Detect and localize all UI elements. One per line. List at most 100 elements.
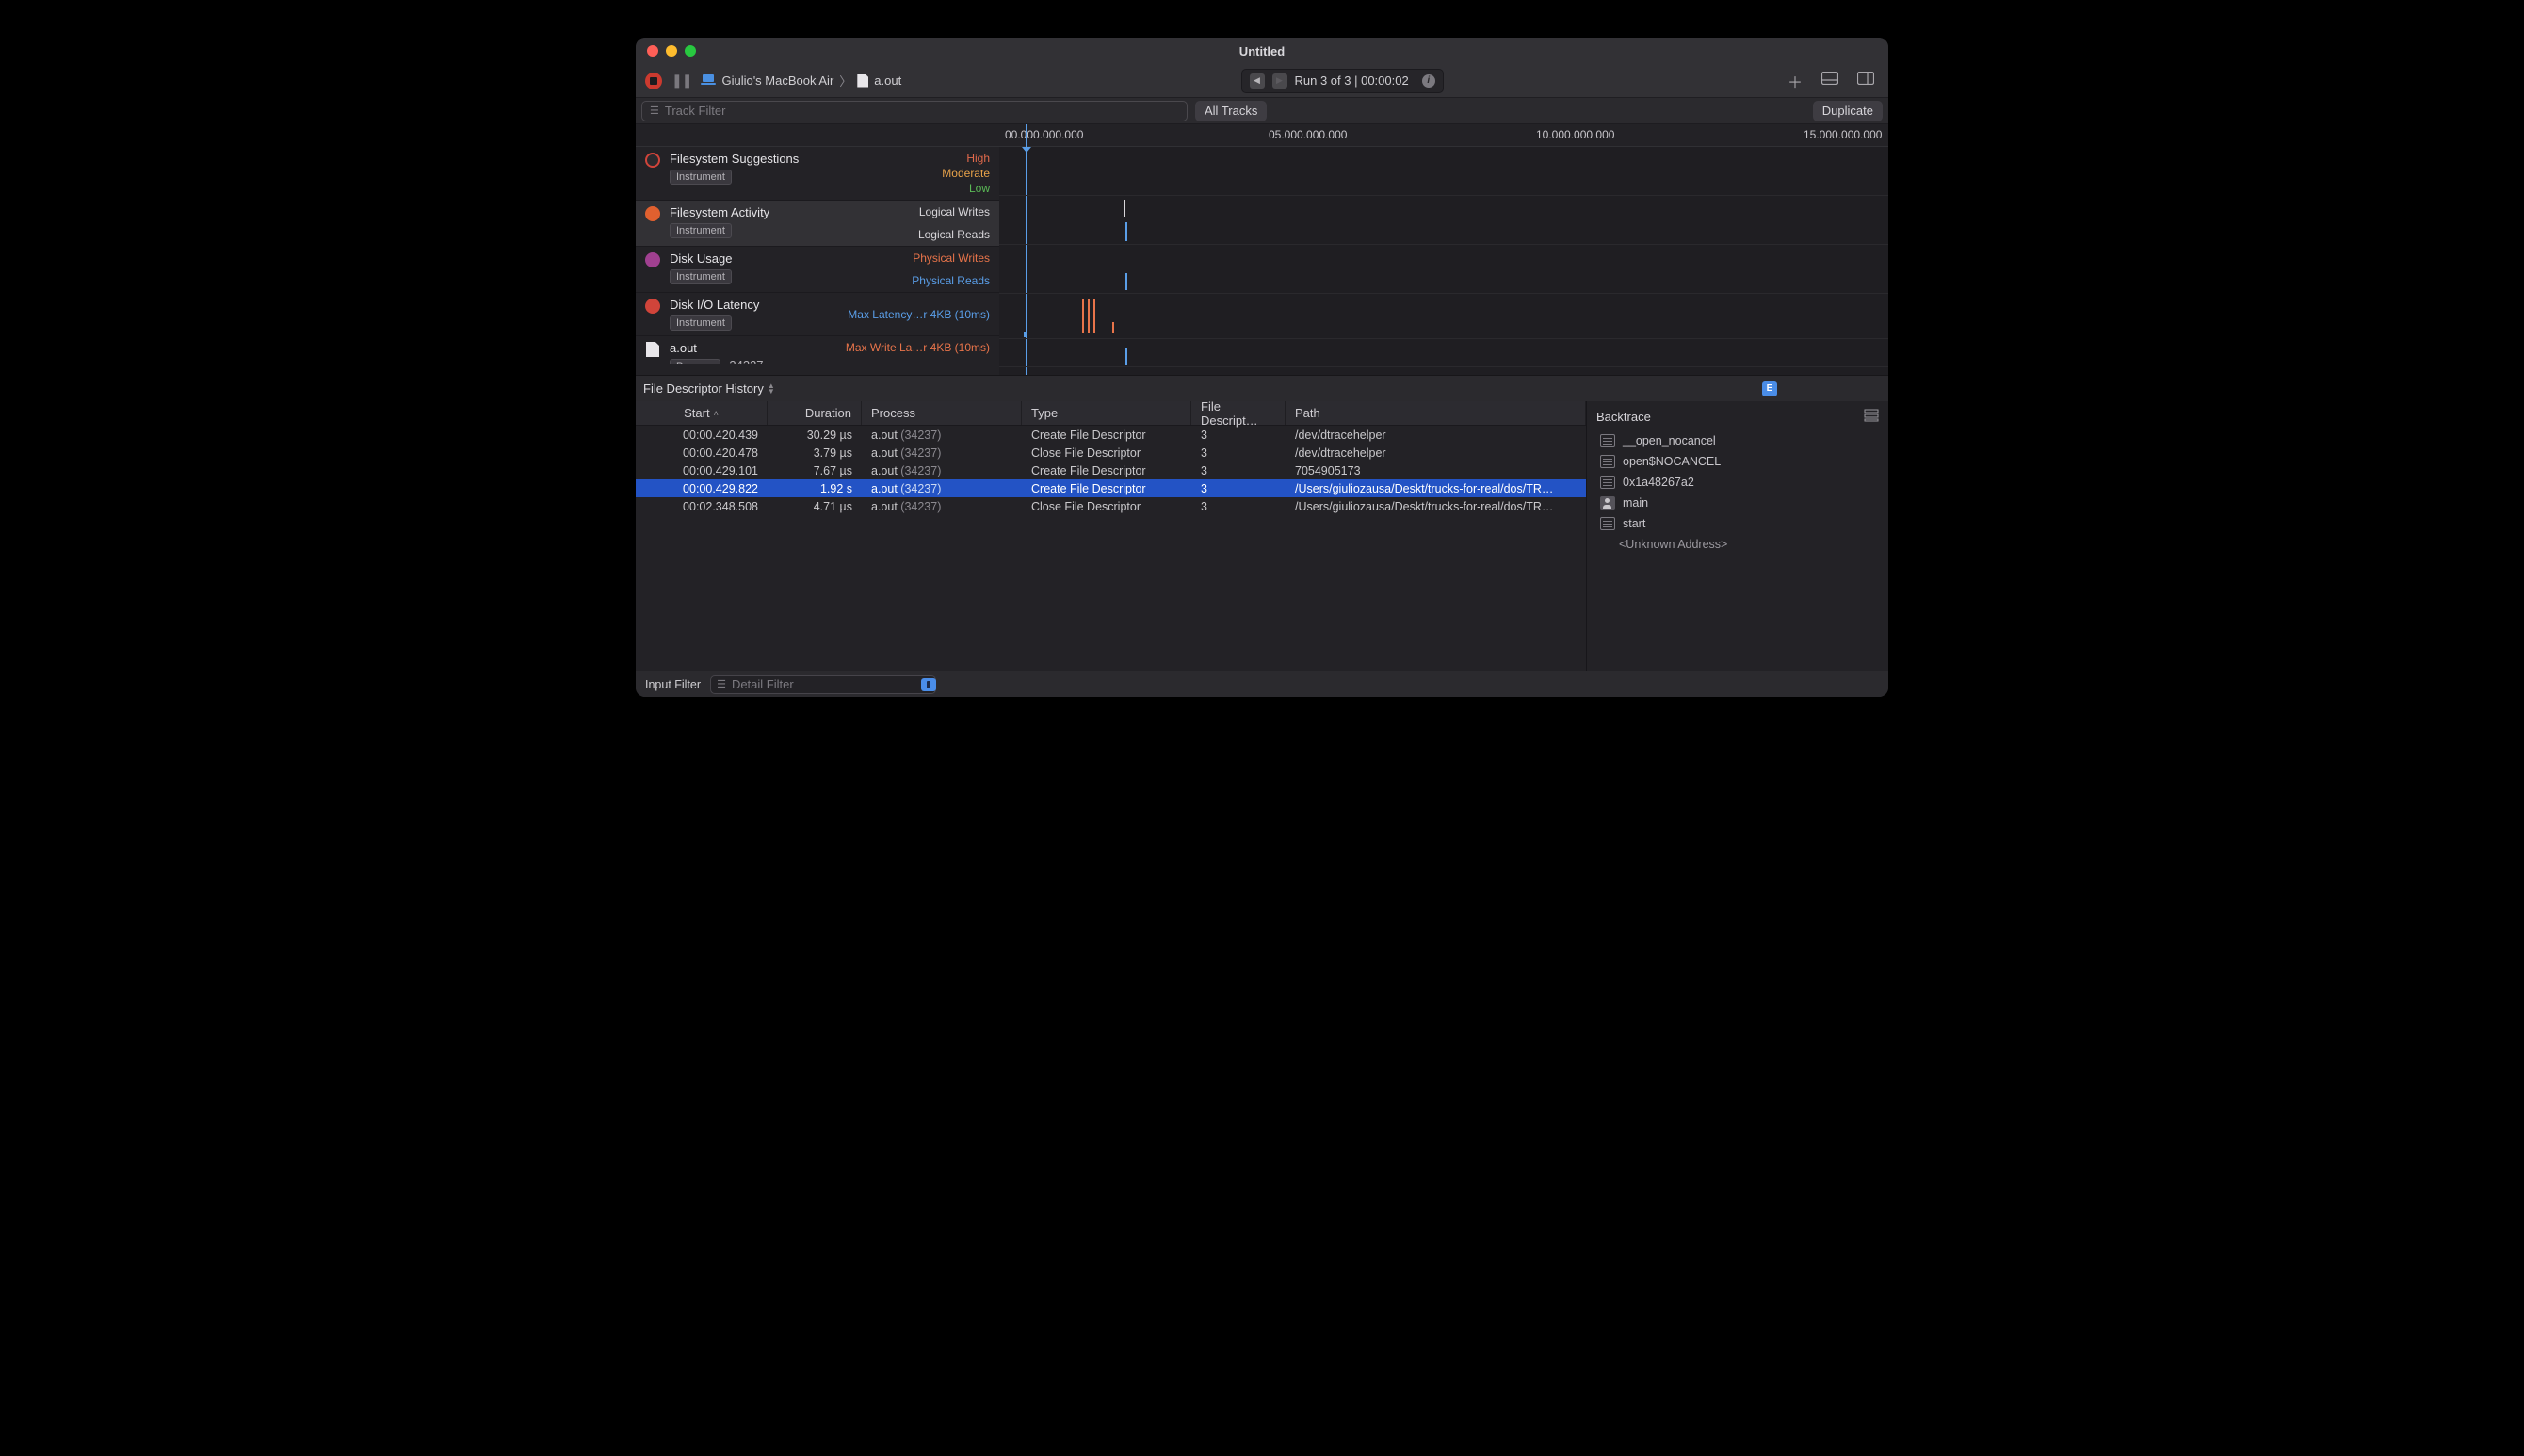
prev-run-button[interactable]: ◀ xyxy=(1250,73,1265,89)
backtrace-frame[interactable]: start xyxy=(1596,513,1879,534)
library-icon xyxy=(1600,434,1615,447)
col-duration[interactable]: Duration xyxy=(768,401,862,425)
document-icon xyxy=(646,342,659,357)
ruler-tick: 10.000.000.000 xyxy=(1536,128,1614,141)
toolbar: ❚❚ Giulio's MacBook Air 〉 a.out ◀ ▶ Run … xyxy=(636,64,1888,98)
tracks-area: Filesystem Suggestions Instrument High M… xyxy=(636,124,1888,375)
track-icon xyxy=(645,153,660,168)
backtrace-frame[interactable]: open$NOCANCEL xyxy=(1596,451,1879,472)
table-row[interactable]: 00:00.429.8221.92 sa.out (34237)Create F… xyxy=(636,479,1586,497)
window-title: Untitled xyxy=(1239,44,1285,58)
ruler-tick: 00.000.000.000 xyxy=(1005,128,1083,141)
content-split: Start ˄ Duration Process Type File Descr… xyxy=(636,401,1888,671)
col-path[interactable]: Path xyxy=(1286,401,1586,425)
zoom-icon[interactable] xyxy=(685,45,696,57)
track-icon xyxy=(645,299,660,314)
track-io-latency[interactable]: Disk I/O Latency Instrument Max Latency…… xyxy=(636,293,999,336)
instrument-badge: Instrument xyxy=(670,170,732,185)
backtrace-frame[interactable]: main xyxy=(1596,493,1879,513)
record-button[interactable] xyxy=(645,73,662,89)
legend-logical-reads: Logical Reads xyxy=(918,228,990,241)
backtrace-frame-name: main xyxy=(1623,496,1648,510)
duplicate-button[interactable]: Duplicate xyxy=(1813,101,1883,121)
col-start[interactable]: Start ˄ xyxy=(636,401,768,425)
backtrace-frame-name: __open_nocancel xyxy=(1623,434,1716,447)
stack-config-icon[interactable] xyxy=(1864,409,1879,425)
lane-fs-suggestions xyxy=(999,147,1888,196)
track-title: Disk I/O Latency xyxy=(670,298,848,312)
col-process[interactable]: Process xyxy=(862,401,1022,425)
process-badge: Process xyxy=(670,359,720,364)
track-filter-placeholder: Track Filter xyxy=(665,104,726,118)
legend-high: High xyxy=(966,152,990,165)
timeline[interactable]: 00.000.000.000 05.000.000.000 10.000.000… xyxy=(999,124,1888,375)
track-labels: Filesystem Suggestions Instrument High M… xyxy=(636,124,999,375)
legend-max-write: Max Write La…r 4KB (10ms) xyxy=(846,341,990,354)
track-filter-input[interactable]: ☰ Track Filter xyxy=(641,101,1188,121)
track-icon xyxy=(645,252,660,267)
backtrace-frame-name: 0x1a48267a2 xyxy=(1623,476,1694,489)
extended-detail-toggle[interactable]: E xyxy=(1762,381,1777,396)
table-row[interactable]: 00:00.420.43930.29 µsa.out (34237)Create… xyxy=(636,426,1586,444)
backtrace-list: __open_nocancel open$NOCANCEL 0x1a48267a2 m… xyxy=(1596,430,1879,534)
lane-aout xyxy=(999,339,1888,367)
track-fs-suggestions[interactable]: Filesystem Suggestions Instrument High M… xyxy=(636,147,999,201)
table-row[interactable]: 00:00.420.4783.79 µsa.out (34237)Close F… xyxy=(636,444,1586,461)
pause-button[interactable]: ❚❚ xyxy=(671,73,691,89)
instrument-badge: Instrument xyxy=(670,223,732,238)
person-icon xyxy=(1600,496,1615,510)
detail-selector-label: File Descriptor History xyxy=(643,381,764,396)
table-row[interactable]: 00:02.348.5084.71 µsa.out (34237)Close F… xyxy=(636,497,1586,515)
legend-low: Low xyxy=(969,182,990,195)
track-title: Filesystem Activity xyxy=(670,205,918,219)
table-pane: Start ˄ Duration Process Type File Descr… xyxy=(636,401,1587,671)
titlebar[interactable]: Untitled xyxy=(636,38,1888,64)
filter-icon: ☰ xyxy=(717,678,726,690)
all-tracks-button[interactable]: All Tracks xyxy=(1195,101,1267,121)
close-icon[interactable] xyxy=(647,45,658,57)
next-run-button[interactable]: ▶ xyxy=(1272,73,1287,89)
backtrace-frame-name: open$NOCANCEL xyxy=(1623,455,1721,468)
chevron-updown-icon: ▲▼ xyxy=(768,383,775,395)
track-fs-activity[interactable]: Filesystem Activity Instrument Logical W… xyxy=(636,201,999,247)
detail-filter-input[interactable]: ☰ Detail Filter xyxy=(710,675,936,694)
backtrace-frame[interactable]: __open_nocancel xyxy=(1596,430,1879,451)
filter-icon: ☰ xyxy=(650,105,659,117)
legend-logical-writes: Logical Writes xyxy=(919,205,990,218)
library-icon xyxy=(1600,517,1615,530)
table-row[interactable]: 00:00.429.1017.67 µsa.out (34237)Create … xyxy=(636,461,1586,479)
breadcrumb[interactable]: Giulio's MacBook Air 〉 a.out xyxy=(701,72,901,89)
table-header: Start ˄ Duration Process Type File Descr… xyxy=(636,401,1586,426)
panel-icon[interactable] xyxy=(1817,72,1843,89)
detail-selector[interactable]: File Descriptor History ▲▼ xyxy=(643,381,775,396)
minimize-icon[interactable] xyxy=(666,45,677,57)
detail-header: File Descriptor History ▲▼ E xyxy=(636,375,1888,401)
filter-toggle-icon[interactable] xyxy=(921,678,936,691)
info-icon[interactable]: i xyxy=(1422,74,1435,88)
track-pid: 34237 xyxy=(729,358,763,364)
backtrace-unknown: <Unknown Address> xyxy=(1596,534,1879,555)
library-icon xyxy=(1600,455,1615,468)
backtrace-frame[interactable]: 0x1a48267a2 xyxy=(1596,472,1879,493)
add-button[interactable]: ＋ xyxy=(1783,70,1807,92)
file-icon xyxy=(857,74,868,88)
run-info-box: ◀ ▶ Run 3 of 3 | 00:00:02 i xyxy=(1241,69,1444,93)
col-fd[interactable]: File Descript… xyxy=(1191,401,1286,425)
input-filter-button[interactable]: Input Filter xyxy=(645,678,701,691)
track-disk-usage[interactable]: Disk Usage Instrument Physical Writes Ph… xyxy=(636,247,999,293)
track-title: Disk Usage xyxy=(670,251,912,266)
sort-asc-icon: ˄ xyxy=(714,409,719,418)
sidebar-icon[interactable] xyxy=(1853,72,1879,89)
time-ruler[interactable]: 00.000.000.000 05.000.000.000 10.000.000… xyxy=(999,124,1888,147)
detail-filter-placeholder: Detail Filter xyxy=(732,677,794,691)
track-aout[interactable]: a.out Process 34237 Max Write La…r 4KB (… xyxy=(636,336,999,364)
inspector: Backtrace __open_nocancelopen$NOCANCEL0x… xyxy=(1587,401,1888,671)
app-window: Untitled ❚❚ Giulio's MacBook Air 〉 a.out… xyxy=(636,38,1888,697)
instrument-badge: Instrument xyxy=(670,269,732,284)
backtrace-frame-name: start xyxy=(1623,517,1645,530)
run-info-text: Run 3 of 3 | 00:00:02 xyxy=(1295,73,1409,88)
table-body[interactable]: 00:00.420.43930.29 µsa.out (34237)Create… xyxy=(636,426,1586,671)
col-type[interactable]: Type xyxy=(1022,401,1191,425)
footer: Input Filter ☰ Detail Filter xyxy=(636,671,1888,697)
track-title: a.out xyxy=(670,341,846,355)
